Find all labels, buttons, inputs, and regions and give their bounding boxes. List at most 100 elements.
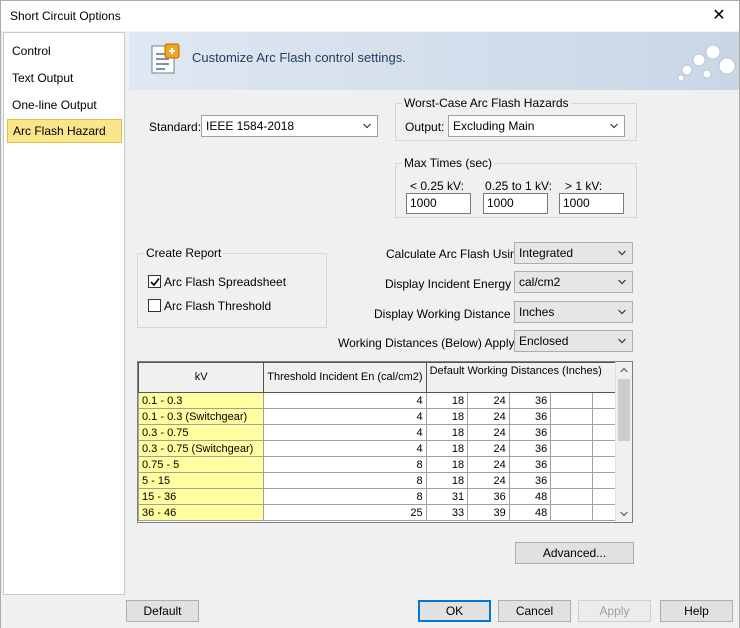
max-time-high-label: > 1 kV: — [565, 179, 603, 193]
table-row: 0.1 - 0.3 (Switchgear) 4 18 24 36 — [138, 408, 632, 425]
working-distance-table: kV Threshold Incident En (cal/cm2) Defau… — [138, 362, 632, 521]
calc-label: Calculate Arc Flash Using: — [386, 247, 527, 261]
apply-to-dropdown[interactable]: Enclosed — [514, 330, 633, 352]
max-time-high-input[interactable]: 1000 — [559, 193, 624, 214]
distance-cell[interactable]: 24 — [467, 456, 510, 473]
kv-column-header[interactable]: kV — [138, 362, 265, 393]
standard-value: IEEE 1584-2018 — [206, 119, 295, 133]
vertical-scrollbar[interactable] — [615, 362, 632, 522]
distances-column-header[interactable]: Default Working Distances (Inches) — [425, 362, 632, 393]
distance-cell[interactable] — [550, 504, 593, 521]
threshold-label[interactable]: Arc Flash Threshold — [164, 299, 271, 313]
kv-range-cell[interactable]: 0.1 - 0.3 — [138, 392, 265, 409]
max-time-low-input[interactable]: 1000 — [406, 193, 471, 214]
advanced-button[interactable]: Advanced... — [515, 542, 634, 564]
kv-range-cell[interactable]: 0.75 - 5 — [138, 456, 265, 473]
distance-cell[interactable]: 48 — [508, 504, 552, 521]
scroll-down-icon[interactable] — [620, 511, 628, 517]
ok-button[interactable]: OK — [418, 600, 491, 622]
distance-cell[interactable] — [550, 408, 593, 425]
distance-cell[interactable]: 36 — [467, 488, 510, 505]
distance-cell[interactable]: 36 — [508, 424, 552, 441]
table-row: 15 - 36 8 31 36 48 — [138, 488, 632, 505]
distance-cell[interactable]: 48 — [508, 488, 552, 505]
distance-cell[interactable]: 36 — [508, 472, 552, 489]
max-time-mid-input[interactable]: 1000 — [483, 193, 548, 214]
max-time-mid-label: 0.25 to 1 kV: — [485, 179, 552, 193]
apply-button[interactable]: Apply — [578, 600, 651, 622]
working-distance-unit-dropdown[interactable]: Inches — [514, 301, 633, 323]
cancel-button[interactable]: Cancel — [498, 600, 571, 622]
calc-value: Integrated — [519, 246, 574, 260]
kv-range-cell[interactable]: 0.1 - 0.3 (Switchgear) — [138, 408, 265, 425]
header-banner: Customize Arc Flash control settings. — [129, 32, 739, 90]
distance-cell[interactable] — [550, 456, 593, 473]
sidebar-item-arc-flash-hazard[interactable]: Arc Flash Hazard — [7, 119, 122, 143]
threshold-checkbox[interactable] — [148, 299, 161, 312]
spreadsheet-label[interactable]: Arc Flash Spreadsheet — [164, 275, 286, 289]
distance-cell[interactable] — [550, 488, 593, 505]
distance-cell[interactable]: 18 — [425, 424, 469, 441]
output-value: Excluding Main — [453, 119, 535, 133]
distance-cell[interactable]: 18 — [425, 408, 469, 425]
distance-cell[interactable]: 24 — [467, 408, 510, 425]
create-report-legend: Create Report — [144, 246, 224, 260]
threshold-cell[interactable]: 4 — [263, 440, 427, 457]
threshold-cell[interactable]: 4 — [263, 408, 427, 425]
worst-case-group: Worst-Case Arc Flash Hazards Output: Exc… — [395, 96, 637, 141]
kv-range-cell[interactable]: 0.3 - 0.75 (Switchgear) — [138, 440, 265, 457]
default-button[interactable]: Default — [126, 600, 199, 622]
distance-cell[interactable]: 18 — [425, 440, 469, 457]
distance-cell[interactable] — [550, 472, 593, 489]
threshold-cell[interactable]: 25 — [263, 504, 427, 521]
distance-cell[interactable]: 36 — [508, 408, 552, 425]
close-icon[interactable]: ✕ — [705, 5, 733, 27]
kv-range-cell[interactable]: 0.3 - 0.75 — [138, 424, 265, 441]
distance-cell[interactable]: 24 — [467, 424, 510, 441]
distance-cell[interactable]: 24 — [467, 472, 510, 489]
distance-cell[interactable]: 18 — [425, 472, 469, 489]
standard-dropdown[interactable]: IEEE 1584-2018 — [201, 115, 378, 137]
help-button[interactable]: Help — [660, 600, 733, 622]
main-panel: Customize Arc Flash control settings. St… — [129, 32, 739, 595]
distance-cell[interactable]: 33 — [425, 504, 469, 521]
distance-cell[interactable]: 36 — [508, 456, 552, 473]
output-dropdown[interactable]: Excluding Main — [448, 115, 625, 137]
sidebar-item-control[interactable]: Control — [7, 40, 122, 64]
distance-cell[interactable]: 36 — [508, 440, 552, 457]
worst-case-legend: Worst-Case Arc Flash Hazards — [402, 96, 571, 110]
distance-cell[interactable]: 24 — [467, 440, 510, 457]
working-distance-grid[interactable]: kV Threshold Incident En (cal/cm2) Defau… — [137, 361, 633, 523]
dialog-footer: Default OK Cancel Apply Help — [1, 597, 739, 628]
chevron-down-icon — [363, 123, 371, 129]
scroll-up-icon[interactable] — [620, 367, 628, 373]
table-row: 0.1 - 0.3 4 18 24 36 — [138, 392, 632, 409]
threshold-cell[interactable]: 4 — [263, 424, 427, 441]
apply-to-label: Working Distances (Below) Apply to: — [338, 336, 532, 350]
threshold-cell[interactable]: 8 — [263, 488, 427, 505]
calc-method-dropdown[interactable]: Integrated — [514, 242, 633, 264]
threshold-column-header[interactable]: Threshold Incident En (cal/cm2) — [263, 362, 427, 393]
sidebar-item-one-line-output[interactable]: One-line Output — [7, 94, 122, 118]
distance-cell[interactable]: 39 — [467, 504, 510, 521]
kv-range-cell[interactable]: 36 - 46 — [138, 504, 265, 521]
incident-energy-unit-dropdown[interactable]: cal/cm2 — [514, 271, 633, 293]
kv-range-cell[interactable]: 5 - 15 — [138, 472, 265, 489]
spreadsheet-checkbox[interactable] — [148, 275, 161, 288]
distance-cell[interactable]: 24 — [467, 392, 510, 409]
distance-cell[interactable]: 31 — [425, 488, 469, 505]
distance-cell[interactable]: 18 — [425, 456, 469, 473]
table-row: 0.3 - 0.75 4 18 24 36 — [138, 424, 632, 441]
distance-cell[interactable]: 36 — [508, 392, 552, 409]
threshold-cell[interactable]: 4 — [263, 392, 427, 409]
distance-cell[interactable] — [550, 392, 593, 409]
distance-cell[interactable]: 18 — [425, 392, 469, 409]
kv-range-cell[interactable]: 15 - 36 — [138, 488, 265, 505]
table-row: 0.3 - 0.75 (Switchgear) 4 18 24 36 — [138, 440, 632, 457]
threshold-cell[interactable]: 8 — [263, 472, 427, 489]
sidebar-item-text-output[interactable]: Text Output — [7, 67, 122, 91]
scrollbar-thumb[interactable] — [618, 379, 630, 441]
distance-cell[interactable] — [550, 424, 593, 441]
distance-cell[interactable] — [550, 440, 593, 457]
threshold-cell[interactable]: 8 — [263, 456, 427, 473]
